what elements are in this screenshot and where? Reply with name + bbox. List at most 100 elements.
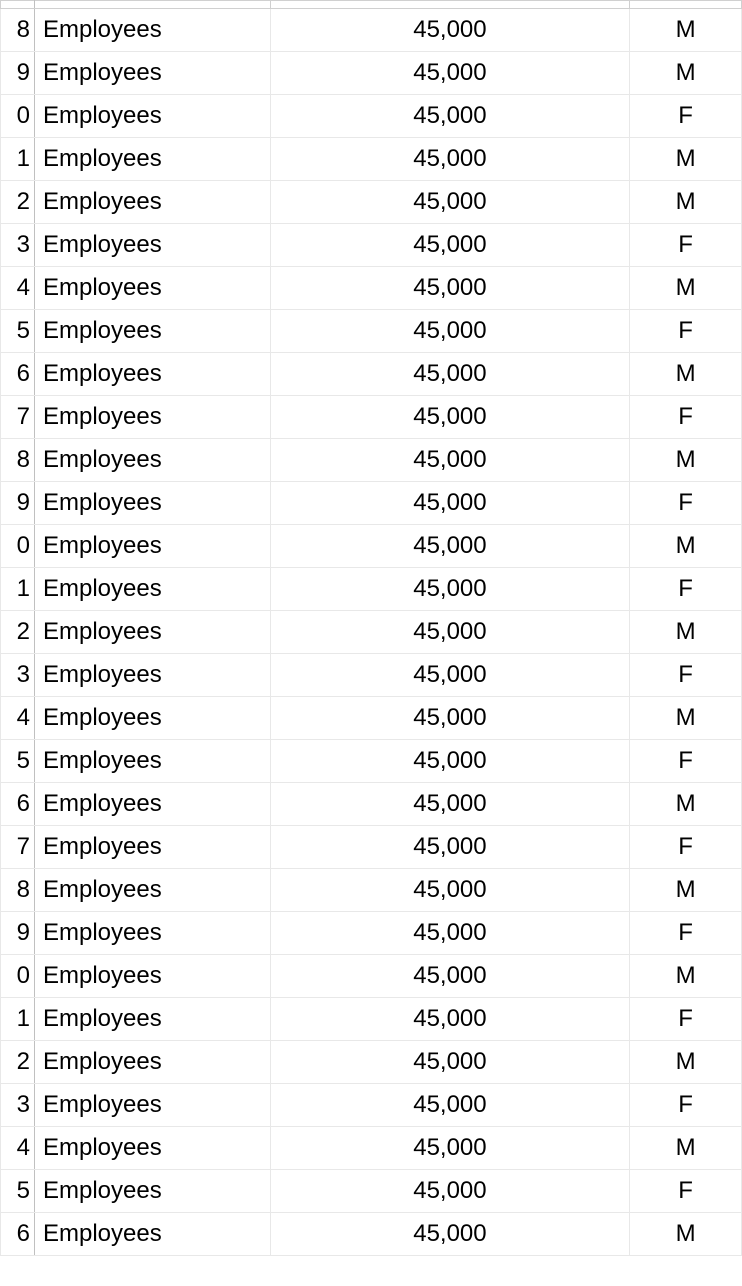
cell-salary[interactable]: 45,000 [270,310,629,353]
table-row[interactable]: 3Employees45,000F [1,654,742,697]
cell-category[interactable]: Employees [34,9,270,52]
cell-gender[interactable]: F [630,912,742,955]
table-row[interactable]: 1Employees45,000F [1,998,742,1041]
cell-category[interactable]: Employees [34,1041,270,1084]
row-number[interactable]: 6 [1,353,35,396]
row-number[interactable]: 8 [1,9,35,52]
cell-salary[interactable]: 45,000 [270,869,629,912]
table-row[interactable]: 6Employees45,000M [1,353,742,396]
table-row[interactable]: 0Employees45,000M [1,525,742,568]
row-number[interactable]: 0 [1,525,35,568]
cell-gender[interactable]: M [630,611,742,654]
row-number[interactable]: 5 [1,1170,35,1213]
table-row[interactable]: 4Employees45,000M [1,267,742,310]
cell-salary[interactable]: 45,000 [270,525,629,568]
cell-gender[interactable]: M [630,353,742,396]
cell-category[interactable]: Employees [34,783,270,826]
cell-category[interactable]: Employees [34,1170,270,1213]
row-number[interactable]: 4 [1,267,35,310]
cell-gender[interactable]: F [630,95,742,138]
cell-salary[interactable]: 45,000 [270,396,629,439]
row-number[interactable]: 0 [1,955,35,998]
cell-category[interactable]: Employees [34,310,270,353]
row-number[interactable]: 7 [1,826,35,869]
table-row[interactable]: 9Employees45,000M [1,52,742,95]
cell-salary[interactable]: 45,000 [270,95,629,138]
table-row[interactable]: 6Employees45,000M [1,783,742,826]
cell-salary[interactable]: 45,000 [270,224,629,267]
cell-gender[interactable]: M [630,52,742,95]
table-row[interactable]: 8Employees45,000M [1,439,742,482]
cell-gender[interactable]: M [630,181,742,224]
cell-gender[interactable]: F [630,826,742,869]
cell-category[interactable]: Employees [34,525,270,568]
cell-gender[interactable]: M [630,783,742,826]
table-row[interactable]: 5Employees45,000F [1,1170,742,1213]
cell-salary[interactable]: 45,000 [270,912,629,955]
cell-salary[interactable]: 45,000 [270,1127,629,1170]
cell-gender[interactable]: M [630,138,742,181]
cell-category[interactable]: Employees [34,267,270,310]
cell-salary[interactable]: 45,000 [270,611,629,654]
cell-gender[interactable]: F [630,396,742,439]
table-row[interactable]: 7Employees45,000F [1,826,742,869]
cell-category[interactable]: Employees [34,568,270,611]
row-number[interactable]: 0 [1,95,35,138]
cell-category[interactable]: Employees [34,482,270,525]
cell-category[interactable]: Employees [34,138,270,181]
cell-category[interactable]: Employees [34,1213,270,1256]
spreadsheet-grid[interactable]: 8Employees45,000M9Employees45,000M0Emplo… [0,0,742,1256]
row-number[interactable]: 6 [1,1213,35,1256]
table-row[interactable]: 6Employees45,000M [1,1213,742,1256]
row-number[interactable]: 5 [1,310,35,353]
row-number[interactable]: 6 [1,783,35,826]
cell-gender[interactable]: M [630,1127,742,1170]
cell-gender[interactable]: M [630,439,742,482]
cell-category[interactable]: Employees [34,611,270,654]
cell-salary[interactable]: 45,000 [270,138,629,181]
cell-gender[interactable]: M [630,955,742,998]
cell-category[interactable]: Employees [34,396,270,439]
row-number[interactable]: 8 [1,439,35,482]
cell-gender[interactable]: M [630,525,742,568]
row-number[interactable]: 2 [1,1041,35,1084]
cell-gender[interactable]: M [630,697,742,740]
cell-salary[interactable]: 45,000 [270,740,629,783]
cell-gender[interactable]: F [630,740,742,783]
row-number[interactable]: 2 [1,181,35,224]
cell-category[interactable]: Employees [34,869,270,912]
table-row[interactable]: 8Employees45,000M [1,9,742,52]
row-number[interactable]: 3 [1,1084,35,1127]
cell-salary[interactable]: 45,000 [270,998,629,1041]
table-row[interactable]: 7Employees45,000F [1,396,742,439]
cell-gender[interactable]: F [630,654,742,697]
table-row[interactable]: 0Employees45,000F [1,95,742,138]
cell-salary[interactable]: 45,000 [270,482,629,525]
table-row[interactable]: 2Employees45,000M [1,611,742,654]
cell-salary[interactable]: 45,000 [270,697,629,740]
cell-category[interactable]: Employees [34,740,270,783]
table-row[interactable]: 2Employees45,000M [1,1041,742,1084]
cell-gender[interactable]: F [630,224,742,267]
cell-category[interactable]: Employees [34,1084,270,1127]
cell-salary[interactable]: 45,000 [270,439,629,482]
cell-salary[interactable]: 45,000 [270,955,629,998]
row-number[interactable]: 9 [1,912,35,955]
cell-category[interactable]: Employees [34,439,270,482]
cell-category[interactable]: Employees [34,224,270,267]
cell-salary[interactable]: 45,000 [270,181,629,224]
cell-gender[interactable]: M [630,9,742,52]
table-row[interactable]: 2Employees45,000M [1,181,742,224]
cell-gender[interactable]: F [630,568,742,611]
cell-gender[interactable]: F [630,1084,742,1127]
cell-gender[interactable]: F [630,482,742,525]
cell-category[interactable]: Employees [34,181,270,224]
cell-salary[interactable]: 45,000 [270,9,629,52]
cell-salary[interactable]: 45,000 [270,353,629,396]
row-number[interactable]: 7 [1,396,35,439]
cell-gender[interactable]: M [630,267,742,310]
table-row[interactable]: 9Employees45,000F [1,482,742,525]
cell-gender[interactable]: F [630,1170,742,1213]
table-row[interactable]: 5Employees45,000F [1,740,742,783]
col-header-d[interactable] [630,1,742,9]
